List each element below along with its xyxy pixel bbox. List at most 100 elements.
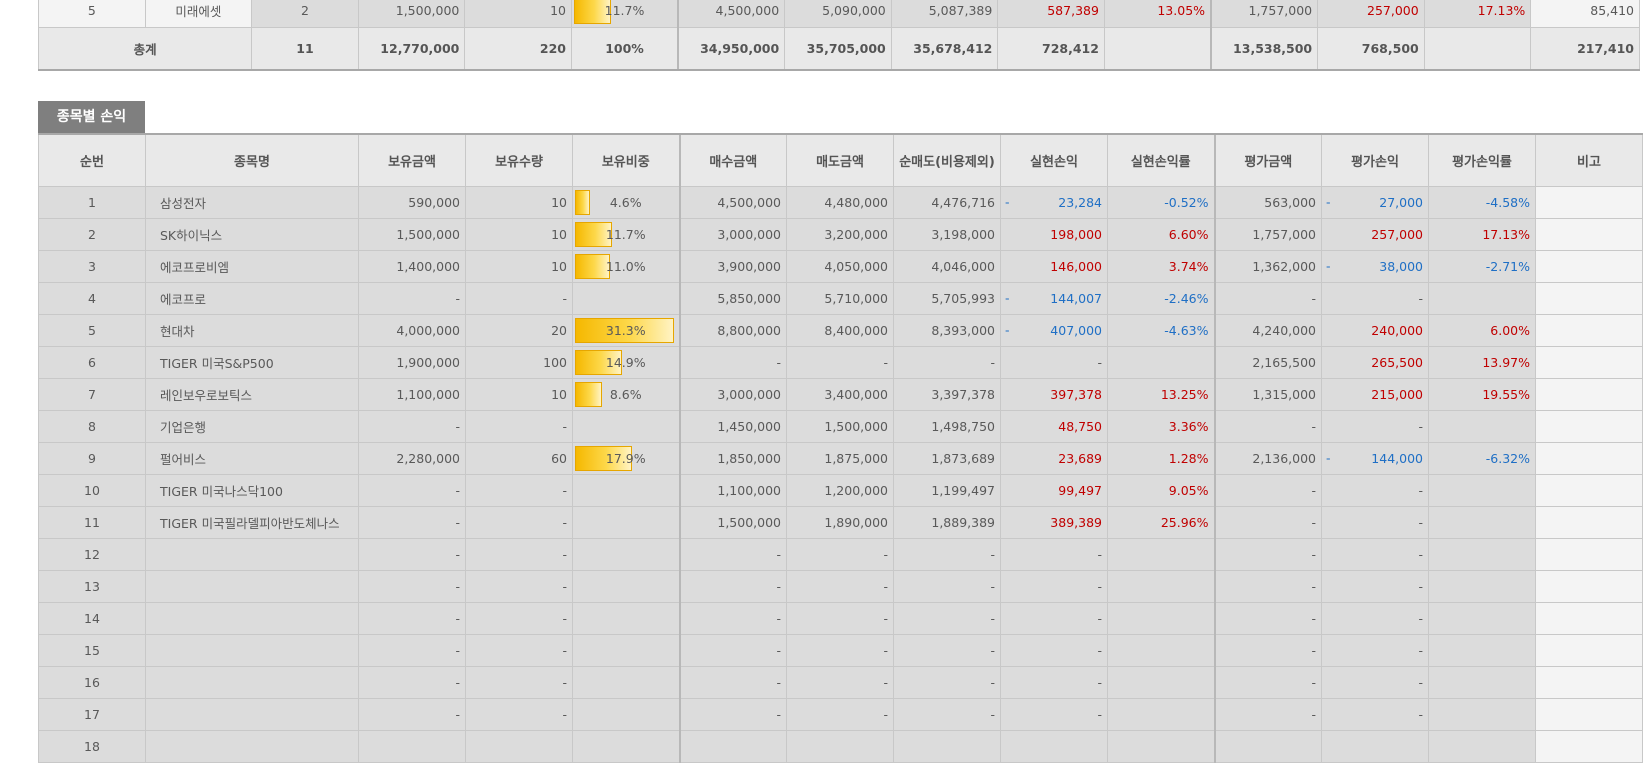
row-no: 11 (38, 505, 146, 539)
row-eval-rate: 19.55% (1428, 377, 1536, 411)
row-eval: 2,136,000 (1213, 441, 1322, 475)
total-label: 총계 (37, 27, 253, 71)
row-net-sell: 1,199,497 (893, 473, 1001, 507)
stock-pnl-table: 순번 종목명 보유금액 보유수량 보유비중 매수금액 매도금액 순매도(비용제외) 실현손익 실현… (38, 133, 1643, 763)
row-stock-name: 에코프로비엠 (145, 249, 359, 283)
row-note (1535, 409, 1643, 443)
row-realized-pnl: - (1000, 537, 1108, 571)
row-sell: - (786, 697, 894, 731)
row-realized-pnl: - (1000, 633, 1108, 667)
header-stock-name: 종목명 (145, 133, 359, 187)
row-weight: 11.0% (572, 249, 680, 283)
row-realized-pnl: 397,378 (1000, 377, 1108, 411)
row-no: 12 (38, 537, 146, 571)
row-note (1535, 217, 1643, 251)
row-eval-rate (1428, 409, 1536, 443)
negative-marker: - (1326, 258, 1331, 274)
row-realized-rate (1107, 633, 1215, 667)
total-eval-rate (1423, 27, 1532, 71)
row-eval: - (1213, 409, 1322, 443)
row-realized-pnl: 146,000 (1000, 249, 1108, 283)
row-sell: - (786, 601, 894, 635)
row-qty: 60 (465, 441, 573, 475)
row-no: 1 (38, 185, 146, 219)
row-eval: - (1213, 633, 1322, 667)
row-note (1535, 473, 1643, 507)
row-realized-pnl: 389,389 (1000, 505, 1108, 539)
row-realized-pnl: - (1000, 601, 1108, 635)
row-buy: 4,500,000 (678, 185, 787, 219)
row-realized-rate: 25.96% (1107, 505, 1215, 539)
row-eval: - (1213, 537, 1322, 571)
row-buy: - (678, 537, 787, 571)
row-realized-rate: 9.05% (1107, 473, 1215, 507)
row-no: 15 (38, 633, 146, 667)
row-eval-rate (1428, 569, 1536, 603)
row-net-sell: - (893, 601, 1001, 635)
total-count: 11 (251, 27, 359, 71)
row-weight (572, 409, 680, 443)
row-eval-pnl: - (1321, 473, 1429, 507)
row-note (1535, 249, 1643, 283)
row-no: 2 (38, 217, 146, 251)
row-eval-rate: -6.32% (1428, 441, 1536, 475)
row-eval: - (1213, 697, 1322, 731)
row-eval: 1,315,000 (1213, 377, 1322, 411)
summary-net-sell: 5,087,389 (890, 0, 999, 28)
header-sell-amount: 매도금액 (786, 133, 894, 187)
row-holding: - (358, 569, 466, 603)
row-no: 17 (38, 697, 146, 731)
row-qty: 10 (465, 377, 573, 411)
header-eval-pnl: 평가손익 (1321, 133, 1429, 187)
row-holding: 2,280,000 (358, 441, 466, 475)
row-net-sell: - (893, 633, 1001, 667)
row-eval-pnl: 215,000 (1321, 377, 1429, 411)
row-sell: 4,480,000 (786, 185, 894, 219)
row-qty: 10 (465, 217, 573, 251)
row-eval-rate (1428, 473, 1536, 507)
row-weight (572, 729, 680, 763)
negative-marker: - (1005, 290, 1010, 306)
row-no: 13 (38, 569, 146, 603)
row-eval-rate (1428, 665, 1536, 699)
row-sell: 3,400,000 (786, 377, 894, 411)
row-note (1535, 345, 1643, 379)
table-row: 16- - - - - - - - (38, 665, 1643, 699)
row-stock-name (145, 665, 359, 699)
row-sell: 3,200,000 (786, 217, 894, 251)
row-eval-rate (1428, 633, 1536, 667)
row-net-sell: - (893, 345, 1001, 379)
row-net-sell: 4,476,716 (893, 185, 1001, 219)
row-stock-name: 삼성전자 (145, 185, 359, 219)
row-qty (465, 729, 573, 763)
row-holding: 590,000 (358, 185, 466, 219)
row-note (1535, 313, 1643, 347)
row-realized-rate (1107, 345, 1215, 379)
row-buy: - (678, 633, 787, 667)
row-eval-pnl: -27,000 (1321, 185, 1429, 219)
row-eval: - (1213, 569, 1322, 603)
negative-marker: - (1005, 322, 1010, 338)
total-buy: 34,950,000 (677, 27, 786, 71)
row-buy: 1,850,000 (678, 441, 787, 475)
row-no: 7 (38, 377, 146, 411)
section-title-stock-pnl: 종목별 손익 (38, 101, 145, 133)
row-note (1535, 633, 1643, 667)
negative-marker: - (1326, 194, 1331, 210)
table-row: 18 (38, 729, 1643, 763)
row-qty: - (465, 697, 573, 731)
row-stock-name: 레인보우로보틱스 (145, 377, 359, 411)
row-eval-rate (1428, 537, 1536, 571)
summary-row: 5 미래에셋 2 1,500,000 10 11.7% 4,500,000 5,… (38, 0, 1640, 28)
row-qty: - (465, 537, 573, 571)
row-weight (572, 633, 680, 667)
row-buy: - (678, 665, 787, 699)
row-weight (572, 473, 680, 507)
row-eval-pnl: - (1321, 537, 1429, 571)
row-stock-name: SK하이닉스 (145, 217, 359, 251)
row-holding: 1,100,000 (358, 377, 466, 411)
row-no: 18 (38, 729, 146, 763)
row-weight: 17.9% (572, 441, 680, 475)
row-eval: 2,165,500 (1213, 345, 1322, 379)
row-eval: - (1213, 665, 1322, 699)
